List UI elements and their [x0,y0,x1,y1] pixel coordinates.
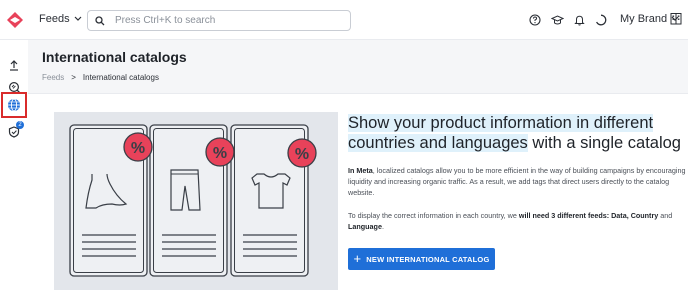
discount-badge-2: % [205,137,235,167]
search-input[interactable] [115,15,335,26]
intro-text: , localized catalogs allow you to be mor… [348,166,686,197]
sidebar-item-international-catalogs[interactable] [1,92,27,118]
building-icon[interactable] [670,12,682,30]
discount-badge-symbol: % [295,146,309,163]
sidebar-item-upload[interactable] [3,54,25,76]
discount-badge-1: % [123,132,153,162]
feeds-text-3: . [381,222,384,231]
page-title: International catalogs [42,49,187,65]
intro-bold: In Meta [348,166,373,175]
search-box[interactable] [87,10,351,31]
top-bar: Feeds My Brand [0,0,688,40]
sidebar-item-shield[interactable]: 2 [3,120,25,142]
page-header: International catalogs Feeds > Internati… [28,40,688,94]
catalog-illustration: % % % [54,112,338,290]
search-icon [95,15,105,25]
headline-rest: with a single catalog [527,134,681,152]
breadcrumb-separator-icon: > [71,73,76,82]
bell-icon[interactable] [568,12,590,28]
app-logo[interactable] [6,11,24,29]
feeds-bold-2: Language [348,222,382,231]
academy-icon[interactable] [546,12,568,28]
feeds-paragraph: To display the correct information in ea… [348,210,688,232]
feeds-dropdown[interactable]: Feeds [39,13,82,25]
breadcrumb-current: International catalogs [82,73,159,82]
plus-icon: + [353,251,362,266]
catalog-cards-illustration: % % % [69,124,317,277]
globe-icon [8,98,20,112]
brand-dropdown-label: My Brand [620,13,668,25]
cta-label: NEW INTERNATIONAL CATALOG [366,254,490,264]
feeds-dropdown-label: Feeds [39,13,70,25]
notification-badge: 2 [16,121,24,129]
discount-badge-3: % [287,138,317,168]
intro-paragraph: In Meta, localized catalogs allow you to… [348,165,688,198]
feeds-bold: will need 3 different feeds: Data, Count… [518,211,659,220]
help-icon[interactable] [524,12,546,28]
feeds-text-1: To display the correct information in ea… [348,211,519,220]
new-international-catalog-button[interactable]: + NEW INTERNATIONAL CATALOG [348,248,495,270]
breadcrumb: Feeds > International catalogs [42,73,159,82]
discount-badge-symbol: % [131,140,145,157]
breadcrumb-feeds[interactable]: Feeds [42,73,64,82]
feeds-text-2: and [658,211,673,220]
feature-headline: Show your product information in differe… [348,113,688,153]
top-icon-group [524,12,612,28]
discount-badge-symbol: % [213,145,227,162]
sidebar: 2 [0,40,28,300]
status-icon[interactable] [590,12,612,28]
upload-icon [10,60,18,71]
chevron-down-icon [74,16,82,21]
logo-icon [7,12,23,28]
